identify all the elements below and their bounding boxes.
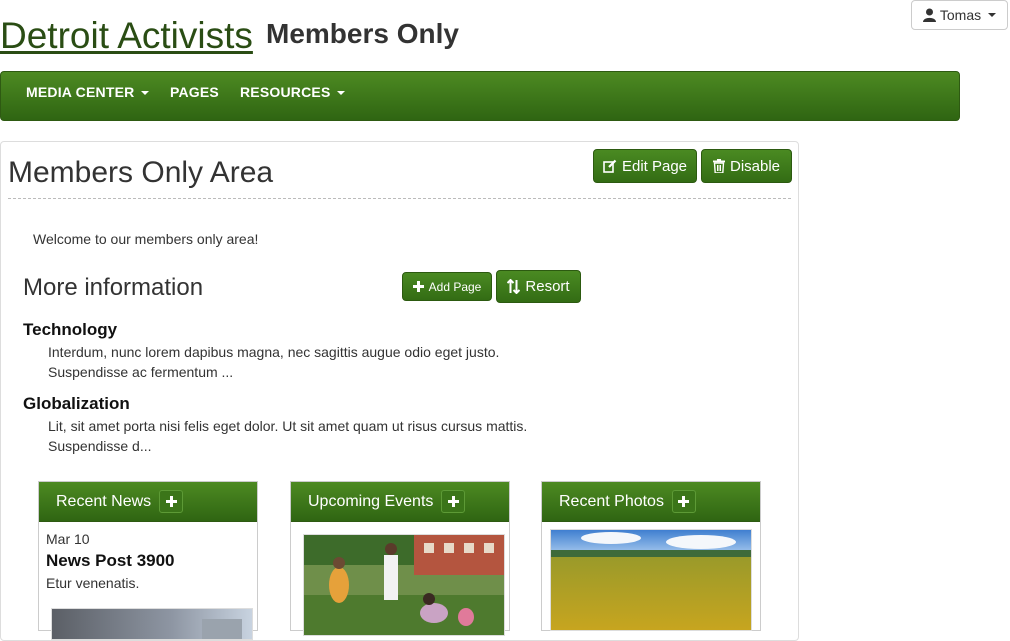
add-photo-button[interactable] [671, 490, 696, 513]
page-title: Members Only Area [8, 156, 274, 189]
resort-label: Resort [525, 278, 570, 295]
widget-title: Upcoming Events [308, 492, 434, 510]
plus-icon [447, 496, 459, 507]
user-name: Tomas [939, 7, 982, 23]
nav-item-label: RESOURCES [240, 84, 331, 100]
resort-button[interactable]: Resort [496, 270, 581, 303]
disable-button[interactable]: Disable [701, 149, 792, 183]
add-page-label: Add Page [428, 279, 482, 294]
info-item-description: Lit, sit amet porta nisi felis eget dolo… [48, 418, 528, 454]
nav-item-pages[interactable]: PAGES [170, 72, 219, 120]
nav-item-label: MEDIA CENTER [26, 84, 135, 100]
chevron-down-icon [988, 13, 997, 17]
widget-header: Recent News [39, 482, 257, 522]
nav-item-label: PAGES [170, 84, 219, 100]
info-item-title[interactable]: Globalization [23, 394, 130, 414]
nav-item-resources[interactable]: RESOURCES [240, 72, 346, 120]
chevron-down-icon [141, 91, 150, 96]
widget-header: Upcoming Events [291, 482, 509, 522]
sort-icon [507, 279, 521, 294]
event-photo[interactable] [303, 534, 505, 636]
recent-photo[interactable] [550, 529, 752, 631]
section-title: Members Only [266, 18, 459, 49]
news-post-body: Etur venenatis. [46, 575, 140, 591]
user-icon [922, 8, 936, 22]
widget-title: Recent News [56, 492, 152, 510]
edit-page-button[interactable]: Edit Page [593, 149, 697, 183]
widget-title: Recent Photos [559, 492, 664, 510]
user-menu-button[interactable]: Tomas [911, 0, 1008, 30]
edit-page-label: Edit Page [621, 157, 688, 175]
plus-icon [412, 281, 424, 292]
recent-photos-widget: Recent Photos [541, 481, 761, 631]
welcome-text: Welcome to our members only area! [33, 231, 259, 247]
disable-label: Disable [729, 157, 781, 175]
info-item-title[interactable]: Technology [23, 320, 117, 340]
main-navbar: MEDIA CENTER PAGES RESOURCES [0, 71, 960, 121]
news-date: Mar 10 [46, 531, 90, 547]
divider [8, 198, 791, 199]
news-thumbnail[interactable] [51, 608, 253, 640]
nav-item-media-center[interactable]: MEDIA CENTER [26, 72, 150, 120]
widget-header: Recent Photos [542, 482, 760, 522]
upcoming-events-widget: Upcoming Events [290, 481, 510, 636]
add-page-button[interactable]: Add Page [402, 272, 492, 301]
add-event-button[interactable] [441, 490, 466, 513]
chevron-down-icon [337, 91, 346, 96]
add-news-button[interactable] [159, 490, 184, 513]
edit-icon [603, 159, 617, 173]
info-item-description: Interdum, nunc lorem dapibus magna, nec … [48, 344, 500, 380]
plus-icon [165, 496, 177, 507]
site-title[interactable]: Detroit Activists [0, 14, 253, 58]
trash-icon [712, 159, 725, 173]
news-post-title[interactable]: News Post 3900 [46, 551, 175, 571]
more-information-heading: More information [23, 274, 204, 301]
plus-icon [678, 496, 690, 507]
recent-news-widget: Recent News Mar 10 News Post 3900 Etur v… [38, 481, 258, 640]
